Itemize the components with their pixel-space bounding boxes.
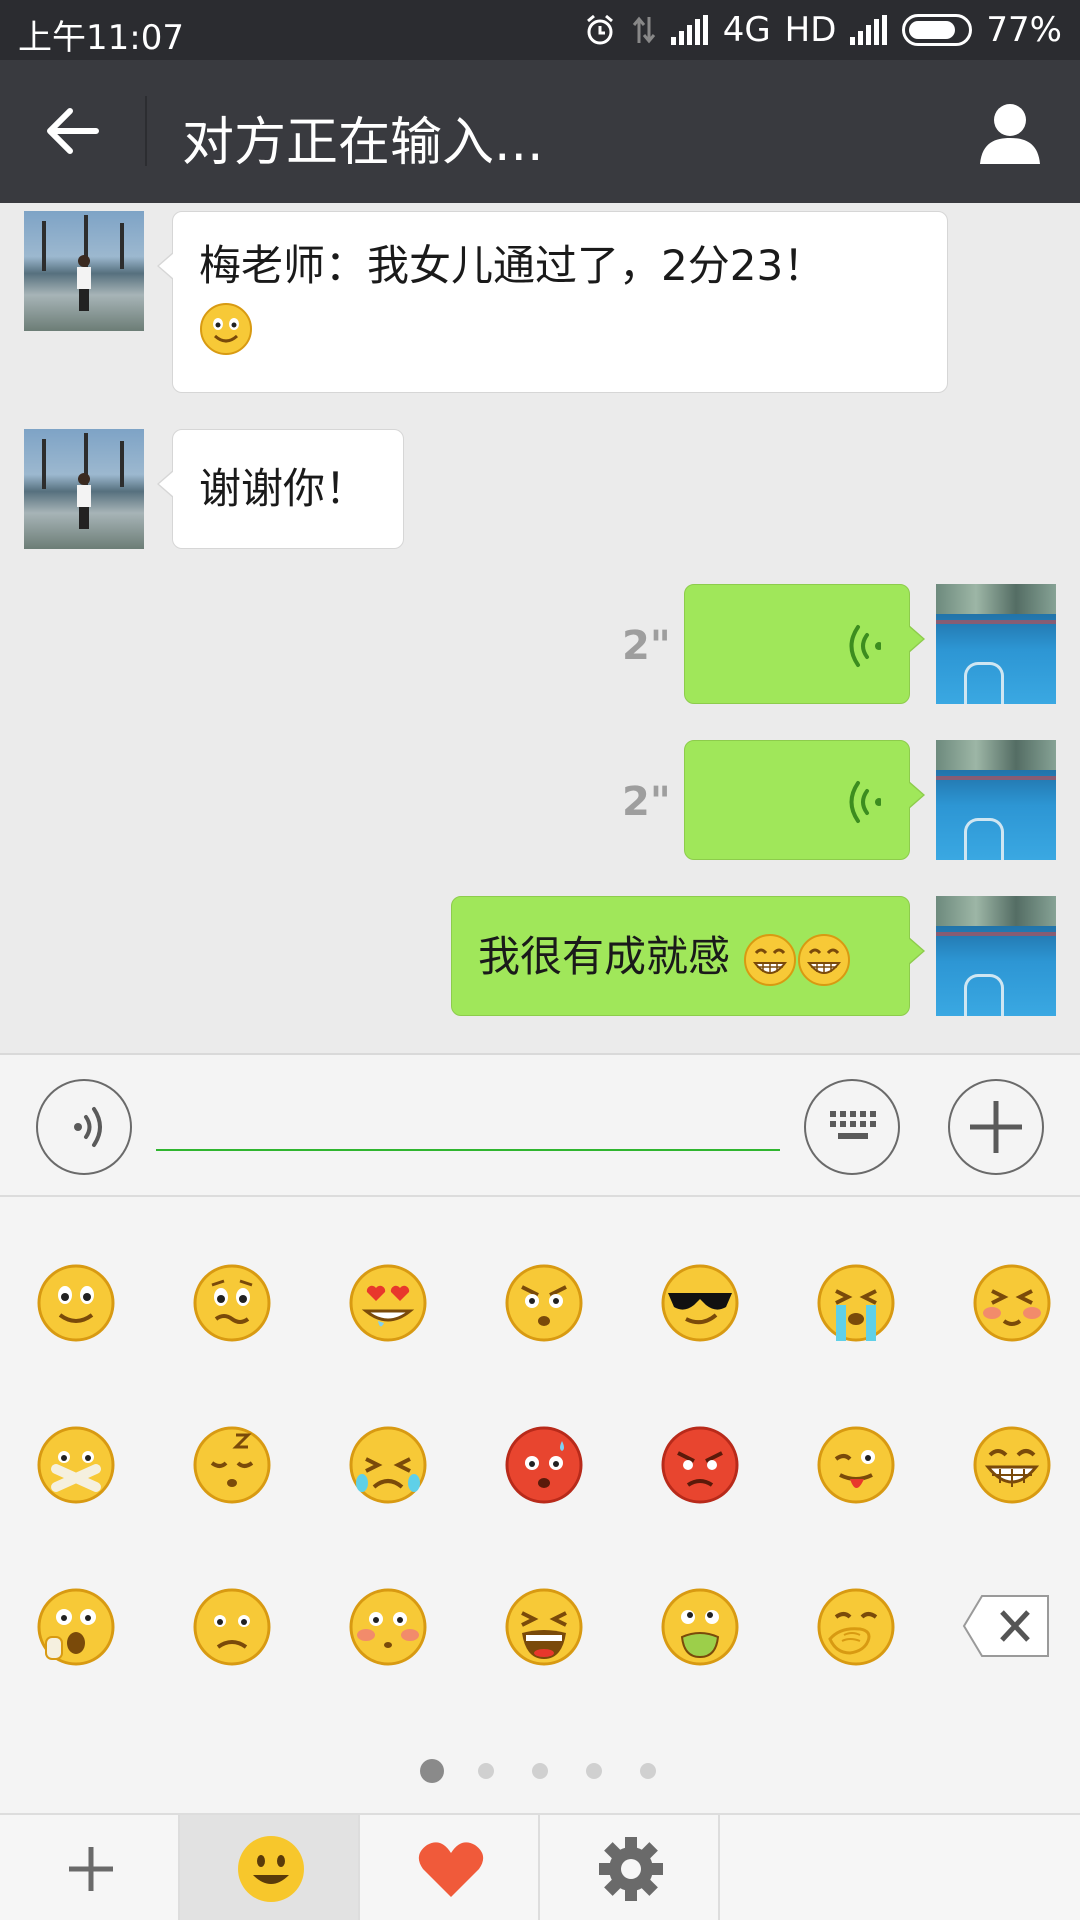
message-text: 梅老师：我女儿通过了，2分23！ (199, 241, 826, 290)
grin-emoji-icon[interactable] (972, 1425, 1052, 1505)
page-dot[interactable] (640, 1763, 656, 1779)
heart-icon (418, 1842, 484, 1897)
hd-indicator: HD (784, 10, 837, 50)
page-dot-active[interactable] (420, 1759, 444, 1783)
header-divider (145, 96, 147, 166)
sleep-emoji-icon[interactable] (192, 1425, 272, 1505)
status-time: 上午11:07 (18, 18, 184, 58)
status-bar: 上午11:07 4G HD 77% (0, 0, 1080, 60)
chat-messages[interactable]: 梅老师：我女儿通过了，2分23！ 谢谢你！ 2" 2" 我很有成就感 (0, 203, 1080, 1053)
keyboard-icon (830, 1111, 876, 1139)
voice-duration: 2" (622, 779, 671, 825)
grin-emoji-icon (744, 933, 797, 986)
backspace-delete-icon[interactable] (962, 1594, 1052, 1658)
blush-emoji-icon[interactable] (348, 1587, 428, 1667)
drool-emoji-icon[interactable] (348, 1263, 428, 1343)
awkward-emoji-icon[interactable] (192, 1263, 272, 1343)
voice-icon (74, 1107, 102, 1147)
signal-icon-2 (850, 15, 888, 45)
more-actions-button[interactable] (948, 1079, 1044, 1175)
message-text: 谢谢你！ (199, 464, 368, 513)
contact-avatar[interactable] (24, 211, 144, 331)
message-input[interactable] (156, 1085, 780, 1151)
voice-input-button[interactable] (36, 1079, 132, 1175)
cry-emoji-icon[interactable] (348, 1425, 428, 1505)
contact-profile-icon[interactable] (978, 100, 1042, 166)
sad-emoji-icon[interactable] (192, 1587, 272, 1667)
message-text: 我很有成就感 (478, 932, 731, 981)
tab-settings[interactable] (540, 1815, 720, 1920)
voice-duration: 2" (622, 623, 671, 669)
emoji-page-indicator (0, 1759, 1080, 1787)
data-transfer-icon (632, 16, 655, 44)
smile-emoji-icon (200, 302, 252, 355)
voice-wave-icon (849, 625, 881, 667)
my-avatar[interactable] (936, 740, 1056, 860)
status-icons: 4G HD 77% (583, 10, 1062, 50)
tab-empty (720, 1815, 900, 1920)
voice-wave-icon (849, 781, 881, 823)
emoji-tab-bar (0, 1813, 1080, 1920)
signal-icon (670, 15, 708, 45)
embarrassed-emoji-icon[interactable] (504, 1425, 584, 1505)
puke-emoji-icon[interactable] (660, 1587, 740, 1667)
page-dot[interactable] (532, 1763, 548, 1779)
keyboard-toggle-button[interactable] (804, 1079, 900, 1175)
emoji-panel (0, 1197, 1080, 1813)
cover-mouth-emoji-icon[interactable] (816, 1587, 896, 1667)
page-dot[interactable] (586, 1763, 602, 1779)
tab-add-emoji[interactable] (0, 1815, 180, 1920)
message-bubble[interactable]: 谢谢你！ (157, 429, 404, 549)
voice-message-bubble[interactable] (684, 740, 925, 860)
scream-emoji-icon[interactable] (504, 1587, 584, 1667)
battery-icon (902, 14, 973, 46)
input-bar (0, 1053, 1080, 1197)
message-bubble[interactable]: 梅老师：我女儿通过了，2分23！ (157, 211, 948, 393)
back-arrow-icon[interactable] (40, 98, 106, 164)
voice-message-bubble[interactable] (684, 584, 925, 704)
shy-emoji-icon[interactable] (972, 1263, 1052, 1343)
plus-icon (69, 1847, 113, 1891)
cool-emoji-icon[interactable] (660, 1263, 740, 1343)
smile-emoji-icon[interactable] (36, 1263, 116, 1343)
battery-percent: 77% (986, 10, 1062, 50)
shut-up-emoji-icon[interactable] (36, 1425, 116, 1505)
smiley-face-icon (238, 1836, 304, 1902)
contact-avatar[interactable] (24, 429, 144, 549)
message-bubble[interactable]: 我很有成就感 (451, 896, 925, 1016)
plus-icon (970, 1101, 1022, 1153)
network-type: 4G (722, 10, 771, 50)
grin-emoji-icon (798, 933, 851, 986)
my-avatar[interactable] (936, 896, 1056, 1016)
page-dot[interactable] (478, 1763, 494, 1779)
alarm-icon (586, 14, 613, 45)
tab-favorites[interactable] (360, 1815, 540, 1920)
surprised-emoji-icon[interactable] (36, 1587, 116, 1667)
my-avatar[interactable] (936, 584, 1056, 704)
angry-emoji-icon[interactable] (660, 1425, 740, 1505)
crying-emoji-icon[interactable] (816, 1263, 896, 1343)
gear-icon (599, 1837, 663, 1901)
chat-title: 对方正在输入... (182, 113, 544, 173)
tab-default-emoji[interactable] (180, 1815, 360, 1920)
tongue-emoji-icon[interactable] (816, 1425, 896, 1505)
chat-header: 对方正在输入... (0, 60, 1080, 203)
shocked-emoji-icon[interactable] (504, 1263, 584, 1343)
